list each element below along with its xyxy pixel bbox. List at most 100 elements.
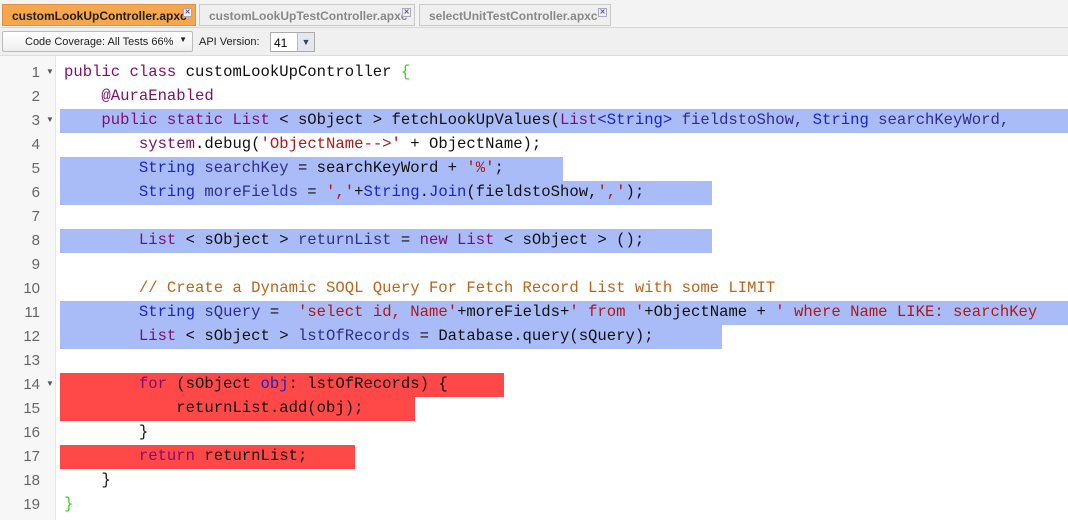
code-token: List [64,231,177,249]
line-number: 4 [31,136,40,153]
line-number: 5 [31,160,40,177]
line-number: 1 [31,64,40,81]
code-token: searchKey [195,159,289,177]
close-tab-icon[interactable]: ✕ [183,8,192,17]
code-text: system.debug('ObjectName-->' + ObjectNam… [64,135,541,153]
code-token: = [391,231,420,249]
code-token: . [419,183,429,201]
fold-toggle-icon[interactable]: ▼ [46,379,54,388]
code-token: returnList [297,231,392,249]
code-text: List < sObject > returnList = new List <… [64,231,644,249]
code-text: String searchKey = searchKeyWord + '%'; [64,159,504,177]
code-token: customLookUpController [185,63,401,81]
code-token: obj [260,375,289,393]
code-text: List < sObject > lstOfRecords = Database… [64,327,654,345]
line-number: 11 [24,304,40,321]
code-token: (sObject [166,375,261,393]
code-token: +ObjectName + [644,303,776,321]
tab-select-unit-test-controller[interactable]: selectUnitTestController.apxc ✕ [419,4,611,26]
code-line[interactable]: 15 returnList.add(obj); [0,397,1068,421]
code-token: < sObject > (); [494,231,645,249]
line-number: 13 [23,352,40,369]
code-text: @AuraEnabled [64,87,214,105]
code-editor[interactable]: 1 ▼ public class customLookUpController { 2… [0,61,1068,517]
code-line[interactable]: 11 String sQuery = 'select id, Name'+mor… [0,301,1068,325]
code-text: } [64,423,148,441]
code-token: public static List [64,111,270,129]
code-line[interactable]: 3 ▼ public static List < sObject > fetchL… [0,109,1068,133]
line-number: 9 [31,256,40,273]
code-text: for (sObject obj: lstOfRecords) { [64,375,448,393]
code-token: ',' [326,183,355,201]
line-number: 8 [31,232,40,249]
code-line[interactable]: 7 [0,205,1068,229]
code-token: for [64,375,167,393]
code-text: } [64,495,73,513]
code-line[interactable]: 18 } [0,469,1068,493]
code-token: sQuery [195,303,261,321]
line-number: 17 [23,448,40,465]
code-line[interactable]: 2 @AuraEnabled [0,85,1068,109]
fold-toggle-icon[interactable]: ▼ [46,67,54,76]
tab-label: customLookUpController.apxc [12,9,187,23]
code-token: ); [625,183,645,201]
code-token: } [64,471,111,489]
code-line[interactable]: 16 } [0,421,1068,445]
code-line[interactable]: 19} [0,493,1068,517]
code-text: return returnList; [64,447,307,465]
close-tab-icon[interactable]: ✕ [402,8,411,17]
code-token: fieldstoShow, [672,111,813,129]
code-token: : lstOfRecords) { [288,375,448,393]
code-line[interactable]: 13 [0,349,1068,373]
line-number: 15 [23,400,40,417]
close-tab-icon[interactable]: ✕ [598,8,607,17]
line-number: 7 [31,208,40,225]
code-token: < sObject > fetchLookUpValues( [269,111,560,129]
code-token: searchKeyWord, [868,111,1010,129]
code-token: system [64,135,196,153]
code-token: String [64,183,196,201]
line-number: 16 [23,424,40,441]
line-number: 14 [23,376,40,393]
code-token: ' where Name LIKE: searchKey [775,303,1038,321]
code-line[interactable]: 10 // Create a Dynamic SOQL Query For Fe… [0,277,1068,301]
code-line[interactable]: 14 ▼ for (sObject obj: lstOfRecords) { [0,373,1068,397]
code-line[interactable]: 6 String moreFields = ','+String.Join(fi… [0,181,1068,205]
code-line[interactable]: 8 List < sObject > returnList = new List… [0,229,1068,253]
code-line[interactable]: 17 return returnList; [0,445,1068,469]
code-text: String sQuery = 'select id, Name'+moreFi… [64,303,1037,321]
code-line[interactable]: 12 List < sObject > lstOfRecords = Datab… [0,325,1068,349]
code-text: String moreFields = ','+String.Join(fiel… [64,183,644,201]
code-token: @AuraEnabled [64,87,214,105]
code-token: <String> [597,111,673,129]
code-text: public class customLookUpController { [64,63,410,81]
code-token: ' from ' [569,303,645,321]
fold-toggle-icon[interactable]: ▼ [46,115,54,124]
api-version-label: API Version: [199,36,260,48]
code-token: String [64,159,196,177]
code-text: returnList.add(obj); [64,399,363,417]
code-token: } [64,495,74,513]
tab-custom-lookup-test-controller[interactable]: customLookUpTestController.apxc ✕ [199,4,415,26]
tab-custom-lookup-controller[interactable]: customLookUpController.apxc ✕ [2,4,196,26]
code-token: = [297,183,327,201]
code-token: lstOfRecords [297,327,411,345]
code-line[interactable]: 5 String searchKey = searchKeyWord + '%'… [0,157,1068,181]
code-token: String [363,183,420,201]
code-text: public static List < sObject > fetchLook… [64,111,1009,129]
code-token: +moreFields+ [457,303,570,321]
api-version-value: 41 [274,36,288,50]
code-line[interactable]: 4 system.debug('ObjectName-->' + ObjectN… [0,133,1068,157]
code-token: moreFields [195,183,298,201]
chevron-down-icon[interactable]: ▼ [297,33,314,51]
code-token: // Create a Dynamic SOQL Query For Fetch… [64,279,776,297]
code-token: List [64,327,177,345]
code-token: < sObject > [176,231,298,249]
code-line[interactable]: 1 ▼ public class customLookUpController { [0,61,1068,85]
code-token: returnList.add(obj); [64,399,364,417]
code-line[interactable]: 9 [0,253,1068,277]
code-token: new List [419,231,495,249]
api-version-select[interactable]: 41 ▼ [270,32,315,52]
code-token: String [812,111,869,129]
code-coverage-dropdown[interactable]: Code Coverage: All Tests 66% ▼ [2,31,193,52]
